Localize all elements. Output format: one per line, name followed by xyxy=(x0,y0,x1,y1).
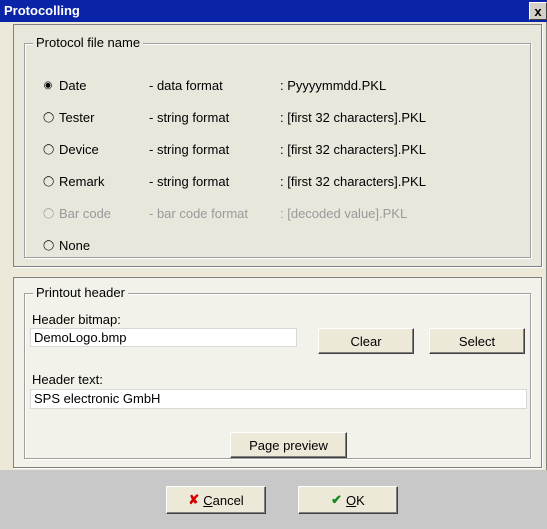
option-pattern: : [decoded value].PKL xyxy=(280,206,408,221)
radio-option-none[interactable]: ◯ None xyxy=(43,238,513,256)
ok-mnemonic: O xyxy=(346,492,357,508)
protocol-file-name-legend: Protocol file name xyxy=(33,35,144,50)
option-label: None xyxy=(59,238,91,253)
radio-option-bar-code: ◯ Bar code - bar code format : [decoded … xyxy=(43,206,513,224)
cancel-label: ancel xyxy=(212,492,244,508)
option-pattern: : Pyyyymmdd.PKL xyxy=(280,78,387,93)
clear-button[interactable]: Clear xyxy=(318,328,414,354)
protocol-file-name-group: Protocol file name ◉ Date - data format … xyxy=(24,35,531,258)
printout-header-group: Printout header Header bitmap: DemoLogo.… xyxy=(24,285,531,459)
option-pattern: : [first 32 characters].PKL xyxy=(280,142,426,157)
radio-unselected-icon[interactable]: ◯ xyxy=(43,241,54,251)
title-bar[interactable]: Protocolling x xyxy=(0,0,547,22)
dialog-footer: ✘ Cancel ✔ OK xyxy=(0,470,547,529)
header-text-field[interactable]: SPS electronic GmbH xyxy=(30,389,527,409)
ok-button[interactable]: ✔ OK xyxy=(298,486,398,514)
radio-option-tester[interactable]: ◯ Tester - string format : [first 32 cha… xyxy=(43,110,513,128)
printout-header-legend: Printout header xyxy=(33,285,128,300)
option-format: - string format xyxy=(149,110,230,125)
option-format: - data format xyxy=(149,78,223,93)
radio-unselected-icon[interactable]: ◯ xyxy=(43,177,54,187)
option-pattern: : [first 32 characters].PKL xyxy=(280,174,426,189)
radio-unselected-icon: ◯ xyxy=(43,208,55,219)
window-title: Protocolling xyxy=(4,3,80,18)
radio-unselected-icon[interactable]: ◯ xyxy=(43,145,54,155)
cancel-mnemonic: C xyxy=(203,492,213,508)
radio-option-remark[interactable]: ◯ Remark - string format : [first 32 cha… xyxy=(43,174,513,192)
cancel-x-icon: ✘ xyxy=(188,492,200,507)
ok-check-icon: ✔ xyxy=(331,492,343,507)
option-label: Date xyxy=(59,78,87,93)
radio-unselected-icon[interactable]: ◯ xyxy=(43,113,54,123)
radio-selected-icon[interactable]: ◉ xyxy=(43,81,53,91)
close-icon[interactable]: x xyxy=(529,2,547,20)
option-format: - bar code format xyxy=(149,206,248,221)
header-text-label: Header text: xyxy=(32,372,103,387)
option-label: Remark xyxy=(59,174,105,189)
cancel-button[interactable]: ✘ Cancel xyxy=(166,486,266,514)
option-pattern: : [first 32 characters].PKL xyxy=(280,110,426,125)
protocol-file-name-panel: Protocol file name ◉ Date - data format … xyxy=(13,24,542,267)
header-bitmap-field[interactable]: DemoLogo.bmp xyxy=(30,328,297,347)
radio-option-device[interactable]: ◯ Device - string format : [first 32 cha… xyxy=(43,142,513,160)
printout-header-panel: Printout header Header bitmap: DemoLogo.… xyxy=(13,277,542,468)
select-button[interactable]: Select xyxy=(429,328,525,354)
option-format: - string format xyxy=(149,142,230,157)
option-label: Device xyxy=(59,142,99,157)
ok-label: K xyxy=(356,492,365,508)
option-label: Bar code xyxy=(59,206,112,221)
protocolling-dialog: Protocolling x Protocol file name ◉ Date… xyxy=(0,0,547,529)
option-label: Tester xyxy=(59,110,95,125)
page-preview-button[interactable]: Page preview xyxy=(230,432,347,458)
option-format: - string format xyxy=(149,174,230,189)
header-bitmap-label: Header bitmap: xyxy=(32,312,121,327)
radio-option-date[interactable]: ◉ Date - data format : Pyyyymmdd.PKL xyxy=(43,78,513,96)
